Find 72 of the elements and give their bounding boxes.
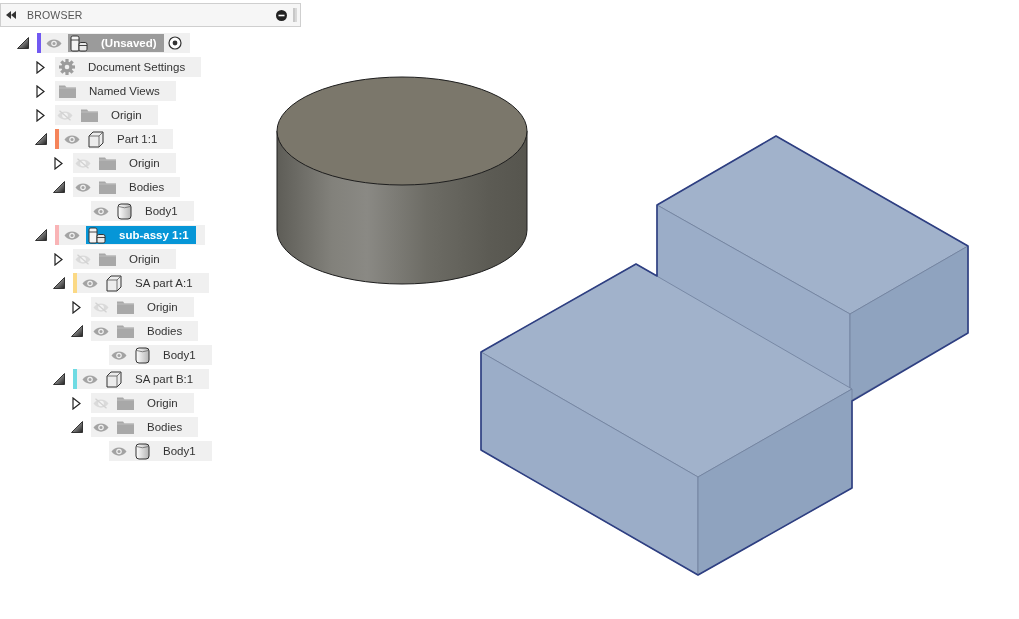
item-label: Origin bbox=[147, 397, 178, 409]
expanded-arrow-icon[interactable] bbox=[17, 37, 29, 49]
item-label: Body1 bbox=[145, 205, 178, 217]
folder-icon bbox=[99, 180, 116, 194]
gear-icon bbox=[59, 59, 75, 75]
expanded-arrow-icon[interactable] bbox=[71, 421, 83, 433]
expanded-arrow-icon[interactable] bbox=[53, 373, 65, 385]
expanded-arrow-icon[interactable] bbox=[53, 277, 65, 289]
item-label: Bodies bbox=[129, 181, 165, 193]
cube-icon bbox=[106, 274, 122, 292]
folder-icon bbox=[99, 252, 116, 266]
radio-dot-icon[interactable] bbox=[167, 36, 182, 50]
item-label: Bodies bbox=[147, 421, 183, 433]
panel-title: BROWSER bbox=[27, 9, 83, 21]
collapsed-arrow-icon[interactable] bbox=[36, 60, 45, 74]
item-label: SA part A:1 bbox=[135, 277, 193, 289]
cylinder-icon bbox=[117, 202, 132, 220]
expanded-arrow-icon[interactable] bbox=[35, 229, 47, 241]
collapsed-arrow-icon[interactable] bbox=[72, 396, 81, 410]
item-label: Origin bbox=[111, 109, 142, 121]
item-label: Named Views bbox=[89, 85, 160, 97]
expanded-arrow-icon[interactable] bbox=[71, 325, 83, 337]
tree-item[interactable]: Origin bbox=[55, 105, 158, 125]
folder-icon bbox=[117, 396, 134, 410]
collapsed-arrow-icon[interactable] bbox=[54, 252, 63, 266]
folder-icon bbox=[117, 420, 134, 434]
expanded-arrow-icon[interactable] bbox=[35, 133, 47, 145]
folder-icon bbox=[117, 324, 134, 338]
expanded-arrow-icon[interactable] bbox=[53, 181, 65, 193]
grip-icon[interactable] bbox=[293, 8, 297, 22]
folder-icon bbox=[59, 84, 76, 98]
item-label: Bodies bbox=[147, 325, 183, 337]
collapsed-arrow-icon[interactable] bbox=[36, 84, 45, 98]
tree-item[interactable]: Origin bbox=[73, 153, 176, 173]
tree-item[interactable]: Body1 bbox=[109, 345, 212, 365]
item-label: (Unsaved) bbox=[101, 37, 157, 49]
cube-icon bbox=[88, 130, 104, 148]
minus-circle-icon[interactable] bbox=[276, 9, 287, 21]
item-label: SA part B:1 bbox=[135, 373, 194, 385]
item-label: Origin bbox=[129, 157, 160, 169]
tree-item[interactable]: Body1 bbox=[91, 201, 194, 221]
item-label: Origin bbox=[129, 253, 160, 265]
tree-item[interactable]: Part 1:1 bbox=[55, 129, 174, 149]
tree-item[interactable]: Body1 bbox=[109, 441, 212, 461]
collapsed-arrow-icon[interactable] bbox=[54, 156, 63, 170]
tree-item[interactable]: Origin bbox=[73, 249, 176, 269]
tree-item[interactable]: Bodies bbox=[73, 177, 181, 197]
cube-icon bbox=[106, 370, 122, 388]
item-label: sub-assy 1:1 bbox=[119, 229, 189, 241]
collapsed-arrow-icon[interactable] bbox=[72, 300, 81, 314]
blocks-icon bbox=[88, 226, 106, 244]
tree-item[interactable]: Document Settings bbox=[55, 57, 202, 77]
tree-item[interactable]: SA part A:1 bbox=[73, 273, 209, 293]
cylinder-icon bbox=[135, 442, 150, 460]
item-label: Origin bbox=[147, 301, 178, 313]
tree-item[interactable]: Origin bbox=[91, 297, 194, 317]
blocks-icon bbox=[70, 34, 88, 52]
folder-icon bbox=[81, 108, 98, 122]
folder-icon bbox=[99, 156, 116, 170]
item-label: Document Settings bbox=[88, 61, 186, 73]
tree-item[interactable]: Bodies bbox=[91, 321, 199, 341]
item-label: Part 1:1 bbox=[117, 133, 158, 145]
cylinder-icon bbox=[135, 346, 150, 364]
double-arrow-left-icon[interactable] bbox=[6, 11, 16, 19]
tree-item[interactable]: Origin bbox=[91, 393, 194, 413]
tree-item[interactable]: Named Views bbox=[55, 81, 176, 101]
tree-item[interactable]: Bodies bbox=[91, 417, 199, 437]
collapsed-arrow-icon[interactable] bbox=[36, 108, 45, 122]
item-label: Body1 bbox=[163, 349, 196, 361]
folder-icon bbox=[117, 300, 134, 314]
item-label: Body1 bbox=[163, 445, 196, 457]
tree-item[interactable]: SA part B:1 bbox=[73, 369, 210, 389]
